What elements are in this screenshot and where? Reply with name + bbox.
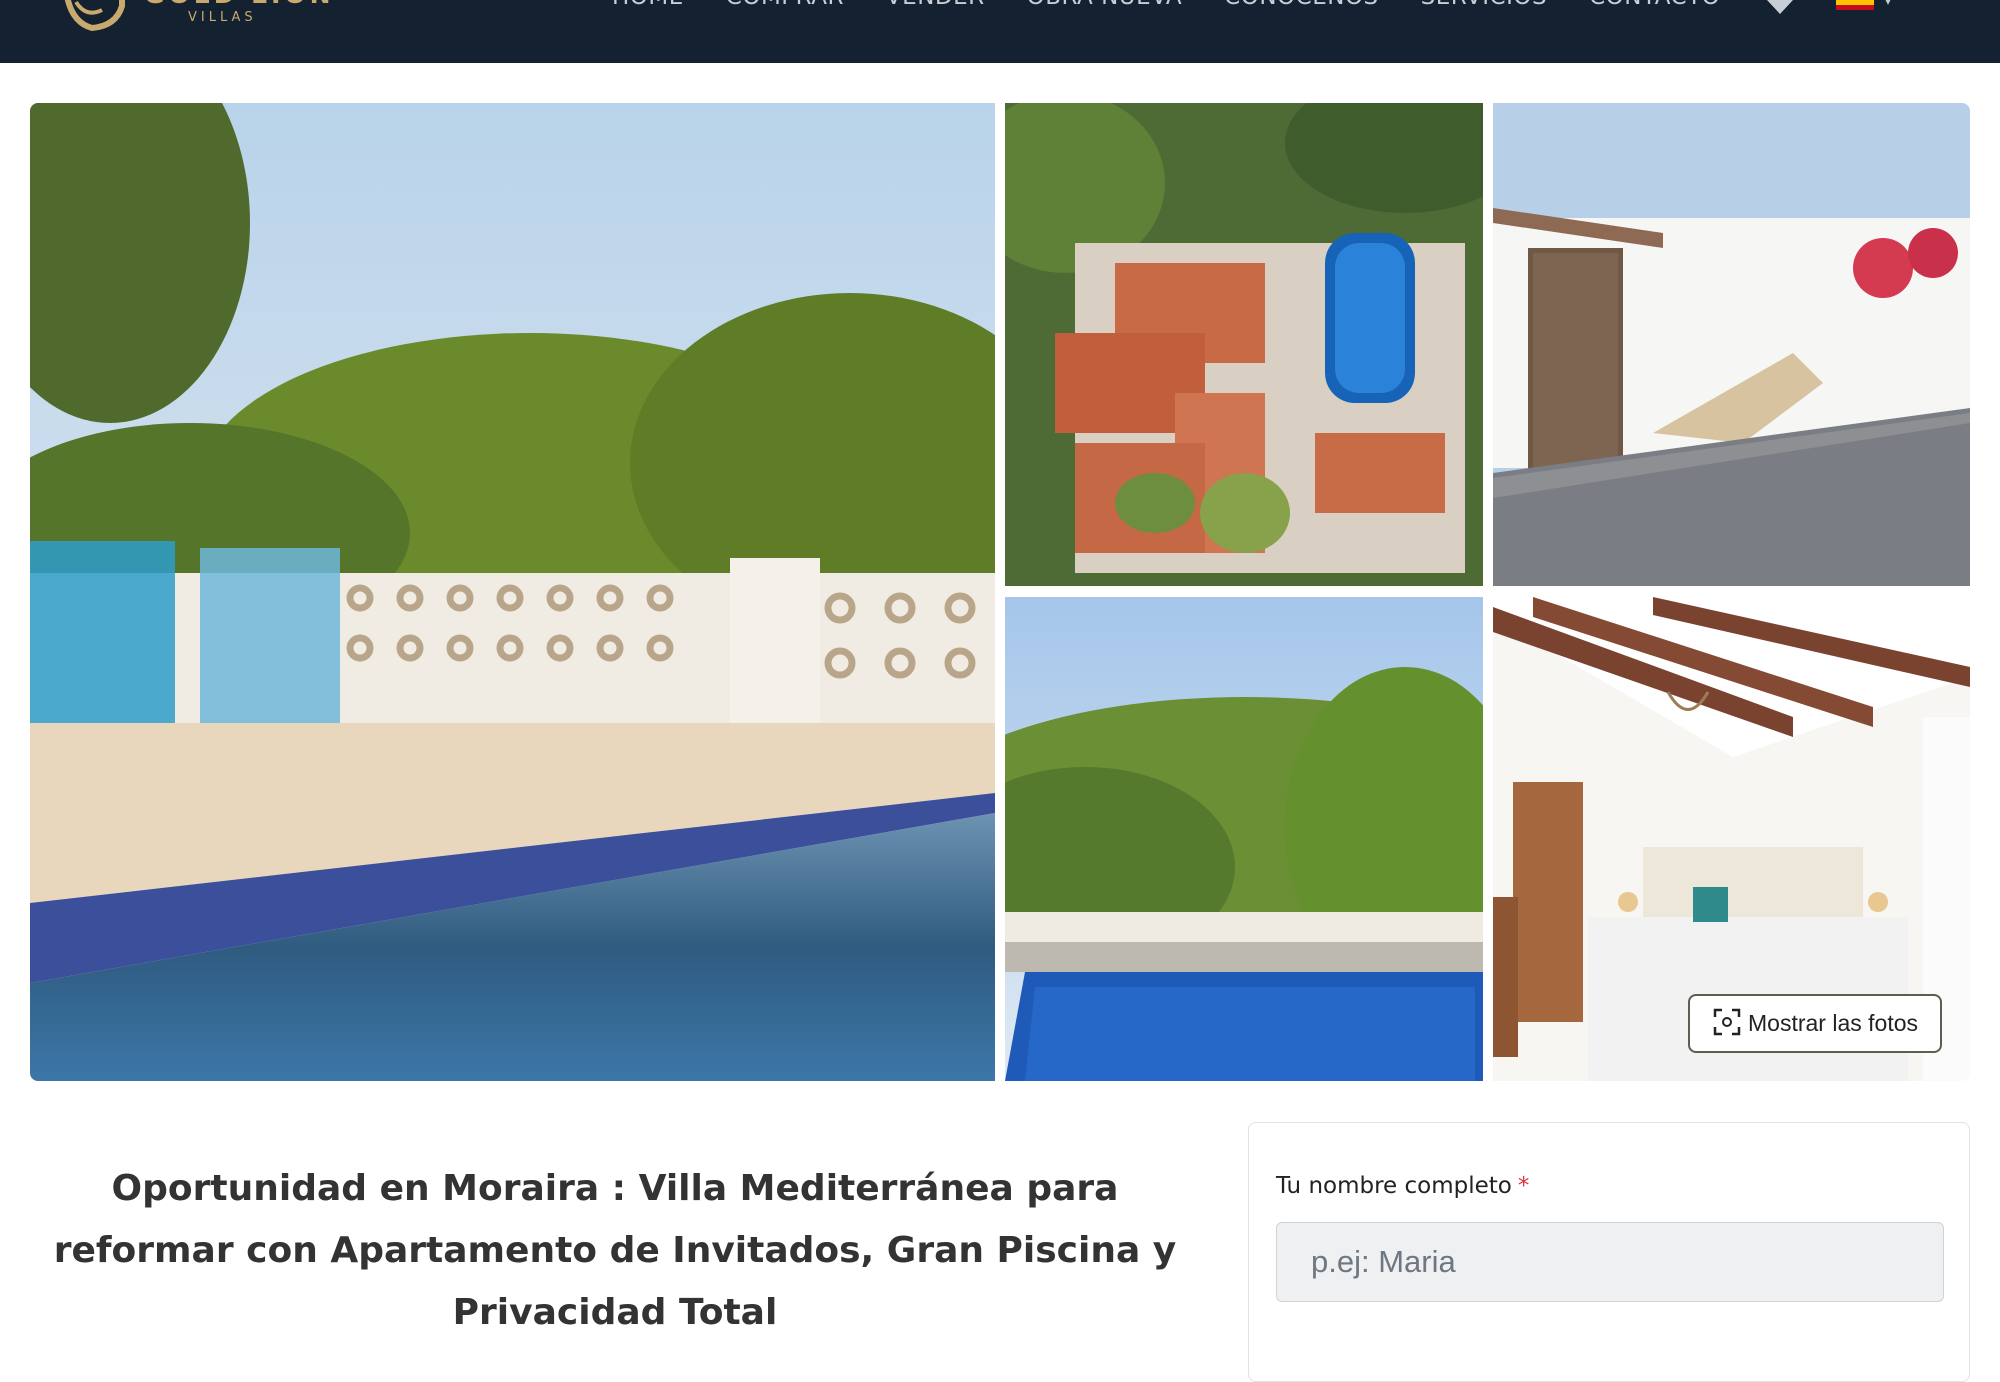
required-marker: * (1517, 1173, 1530, 1199)
spain-flag-icon[interactable] (1836, 0, 1874, 10)
nav-contacto[interactable]: CONTACTO (1589, 0, 1720, 10)
name-input[interactable] (1276, 1222, 1944, 1302)
show-photos-label: Mostrar las fotos (1748, 1010, 1918, 1036)
nav-servicios[interactable]: SERVICIOS (1421, 0, 1547, 10)
nav-conocenos[interactable]: CONOCENOS (1224, 0, 1378, 10)
brand-name: GOLD LION (144, 0, 335, 8)
name-field-label: Tu nombre completo * (1276, 1173, 1530, 1199)
main-photo-pool[interactable] (30, 103, 995, 1081)
nav-vender[interactable]: VENDER (886, 0, 985, 10)
expand-icon (1712, 1007, 1742, 1041)
brand-subtitle: VILLAS (188, 10, 257, 25)
show-photos-button[interactable]: Mostrar las fotos (1688, 994, 1942, 1053)
nav-home[interactable]: HOME (612, 0, 684, 10)
heart-icon[interactable] (1765, 0, 1795, 18)
brand-logo[interactable]: GOLD LION VILLAS (56, 0, 335, 42)
listing-title: Oportunidad en Moraira : Villa Mediterrá… (53, 1168, 1177, 1333)
nav-obra-nueva[interactable]: OBRA NUEVA (1027, 0, 1183, 10)
lion-logo-icon (56, 0, 132, 36)
photo-entrance-gate[interactable] (1493, 103, 1970, 586)
chevron-down-icon[interactable]: ▾ (1885, 0, 1891, 8)
contact-form-card: Tu nombre completo * (1248, 1122, 1970, 1382)
photo-aerial-view[interactable] (1005, 103, 1483, 586)
nav-comprar[interactable]: COMPRAR (726, 0, 844, 10)
main-nav: HOME COMPRAR VENDER OBRA NUEVA CONOCENOS… (612, 0, 1720, 10)
photo-pool-view[interactable] (1005, 597, 1483, 1081)
site-header: GOLD LION VILLAS HOME COMPRAR VENDER OBR… (0, 0, 2000, 63)
